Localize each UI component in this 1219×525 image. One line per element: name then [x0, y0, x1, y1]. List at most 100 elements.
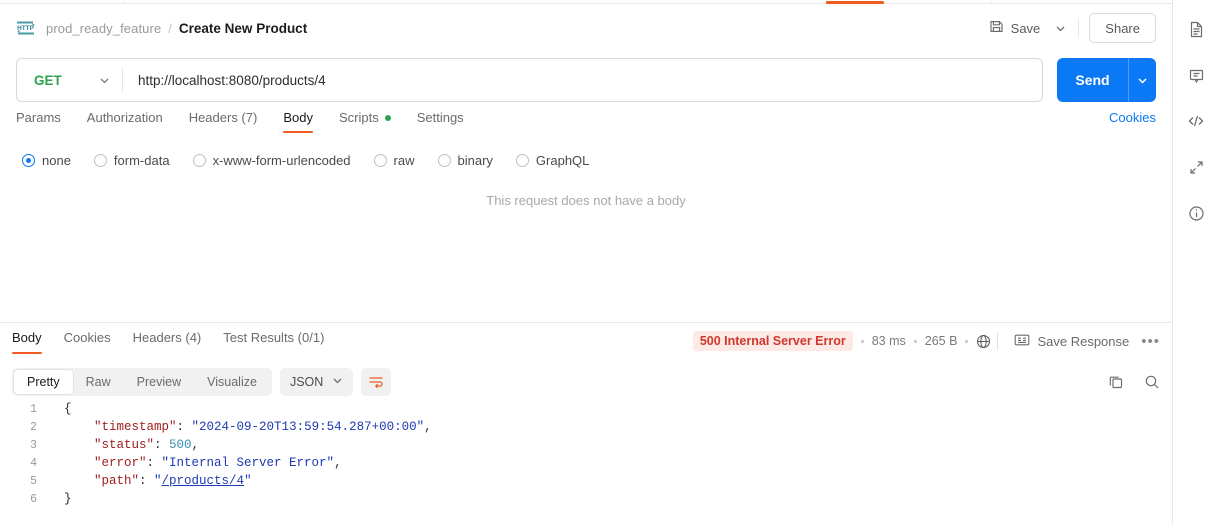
view-mode-pretty[interactable]: Pretty: [14, 370, 73, 394]
svg-text:HTTP: HTTP: [17, 25, 34, 32]
globe-icon[interactable]: [976, 334, 991, 349]
response-format-label: JSON: [289, 375, 324, 389]
json-line: 2 "timestamp": "2024-09-20T13:59:54.287+…: [0, 418, 1172, 436]
body-type-form-data[interactable]: form-data: [93, 153, 170, 168]
view-mode-preview[interactable]: Preview: [124, 370, 194, 394]
comment-icon[interactable]: [1181, 60, 1211, 90]
response-tab-test-results[interactable]: Test Results (0/1): [223, 330, 324, 354]
api-client-window: HTTP prod_ready_feature / Create New Pro…: [0, 0, 1219, 525]
json-token: :: [146, 456, 162, 470]
radio-icon: [22, 153, 35, 167]
radio-label: none: [42, 152, 71, 168]
request-cookies-link[interactable]: Cookies: [1109, 110, 1156, 125]
tab-body[interactable]: Body: [283, 110, 313, 133]
tab-label: Params: [16, 110, 61, 125]
json-line-content: "error": "Internal Server Error",: [64, 456, 342, 470]
json-token: "path": [64, 474, 140, 488]
header-actions: Save Share: [981, 13, 1156, 43]
tab-label: Scripts: [338, 110, 379, 125]
response-splitter[interactable]: [0, 322, 1172, 323]
save-label: Save: [1010, 20, 1041, 36]
header-divider: [1078, 19, 1080, 37]
tab-authorization[interactable]: Authorization: [87, 110, 163, 133]
body-type-none[interactable]: none: [22, 153, 71, 168]
json-token: 500: [169, 438, 192, 452]
response-tab-body[interactable]: Body: [12, 330, 42, 354]
line-number: 2: [30, 420, 37, 434]
json-token: ": [244, 474, 252, 488]
body-type-urlencoded[interactable]: x-www-form-urlencoded: [192, 153, 351, 168]
meta-separator-dot: [913, 339, 917, 343]
line-number: 3: [30, 438, 37, 452]
breadcrumb-collection[interactable]: prod_ready_feature: [46, 21, 161, 36]
send-button[interactable]: Send: [1057, 58, 1128, 102]
tab-scripts[interactable]: Scripts: [339, 110, 391, 133]
json-token: "error": [64, 456, 147, 470]
json-line: 5 "path": "/products/4": [0, 472, 1172, 490]
response-tab-headers[interactable]: Headers (4): [133, 330, 202, 354]
json-token: :: [176, 420, 192, 434]
response-body-json[interactable]: 1{2 "timestamp": "2024-09-20T13:59:54.28…: [0, 400, 1172, 525]
response-more-options-button[interactable]: •••: [1141, 333, 1160, 350]
json-line-content: "path": "/products/4": [64, 474, 252, 488]
json-token: "timestamp": [64, 420, 177, 434]
radio-label: binary: [457, 152, 493, 168]
save-icon: [989, 19, 1004, 37]
save-options-chevron-down-icon[interactable]: [1048, 14, 1072, 42]
status-badge: 500 Internal Server Error: [692, 331, 853, 351]
tab-label: Body: [283, 110, 313, 125]
save-response-icon: [1014, 333, 1030, 350]
search-icon[interactable]: [1144, 374, 1160, 390]
view-mode-raw[interactable]: Raw: [73, 370, 124, 394]
json-path-link[interactable]: /products/4: [162, 474, 245, 488]
tab-params[interactable]: Params: [16, 110, 61, 133]
tab-label: Test Results (0/1): [223, 330, 325, 345]
tab-headers[interactable]: Headers (7): [189, 110, 258, 133]
resize-icon[interactable]: [1181, 152, 1211, 182]
code-icon[interactable]: [1181, 106, 1211, 136]
documentation-icon[interactable]: [1181, 14, 1211, 44]
tab-label: Headers (7): [188, 110, 258, 125]
radio-icon: [437, 153, 451, 167]
response-meta: 500 Internal Server Error 83 ms 265 B Sa…: [692, 330, 1160, 352]
json-line-content: "status": 500,: [64, 438, 199, 452]
url-input[interactable]: [123, 59, 1042, 101]
url-bar: GET Send: [16, 58, 1156, 102]
tab-label: Cookies: [63, 330, 111, 345]
tab-settings[interactable]: Settings: [417, 110, 464, 133]
empty-body-message: This request does not have a body: [486, 193, 686, 208]
tab-label: Headers (4): [132, 330, 202, 345]
save-response-label: Save Response: [1037, 333, 1130, 349]
line-number: 4: [30, 456, 37, 470]
send-group: Send: [1057, 58, 1156, 102]
response-format-selector[interactable]: JSON: [279, 368, 354, 396]
json-token: "status": [64, 438, 155, 452]
json-line: 3 "status": 500,: [0, 436, 1172, 454]
response-tab-cookies[interactable]: Cookies: [64, 330, 111, 354]
response-body-actions: [1108, 374, 1160, 390]
line-number: 6: [30, 492, 37, 506]
share-button[interactable]: Share: [1089, 13, 1156, 43]
meta-separator-dot: [965, 339, 969, 343]
view-mode-visualize[interactable]: Visualize: [194, 370, 270, 394]
json-token: ": [154, 474, 162, 488]
response-tabs: Body Cookies Headers (4) Test Results (0…: [0, 330, 1172, 360]
request-tabs: Params Authorization Headers (7) Body Sc…: [0, 110, 1172, 139]
word-wrap-toggle-icon[interactable]: [361, 368, 392, 396]
info-icon[interactable]: [1181, 198, 1211, 228]
method-label: GET: [34, 72, 62, 88]
body-type-raw[interactable]: raw: [373, 153, 415, 168]
save-response-button[interactable]: Save Response: [1014, 333, 1129, 350]
body-type-graphql[interactable]: GraphQL: [515, 153, 589, 168]
copy-icon[interactable]: [1108, 374, 1124, 390]
body-type-binary[interactable]: binary: [437, 152, 493, 168]
json-token: }: [64, 492, 72, 506]
method-selector[interactable]: GET: [17, 59, 122, 101]
radio-icon: [515, 153, 529, 167]
save-button[interactable]: Save: [981, 14, 1049, 42]
json-line-content: "timestamp": "2024-09-20T13:59:54.287+00…: [64, 420, 432, 434]
send-options-chevron-down-icon[interactable]: [1128, 58, 1156, 102]
json-token: :: [154, 438, 170, 452]
json-line: 6}: [0, 490, 1172, 508]
json-token: ,: [191, 438, 200, 452]
